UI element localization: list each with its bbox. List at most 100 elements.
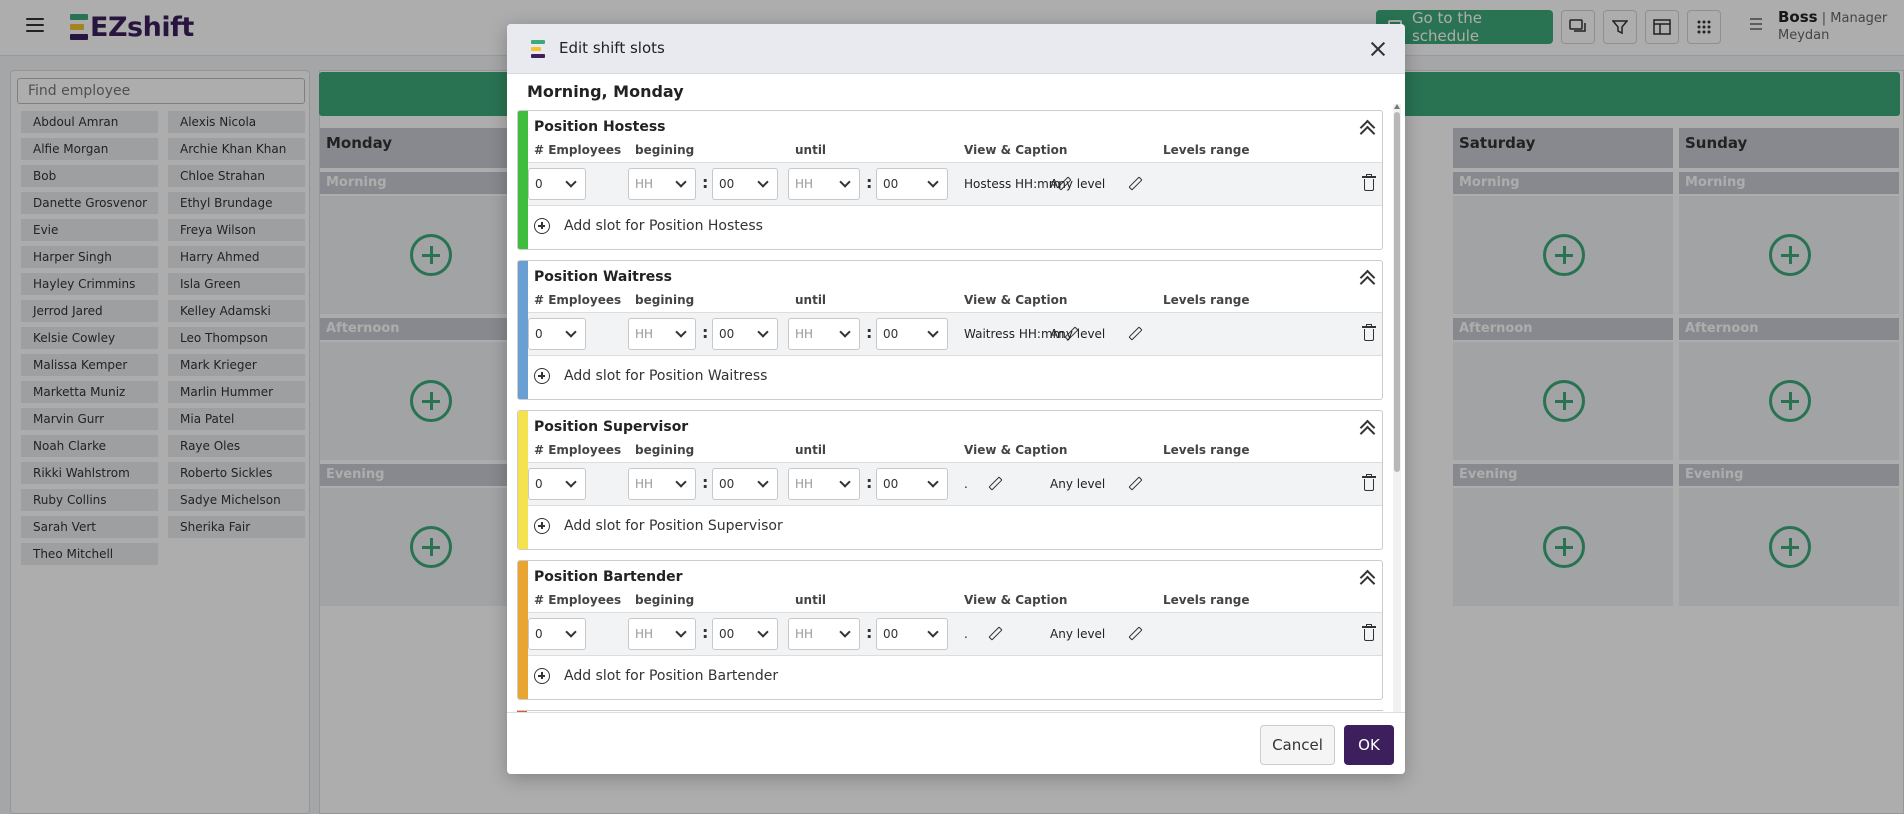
begin-minute-select[interactable]: 00	[712, 168, 778, 200]
logo-mark-icon	[531, 40, 545, 58]
until-column-label: until	[795, 443, 827, 457]
add-slot-button[interactable]: Add slot for Position Hostess	[534, 218, 763, 234]
begin-minute-select[interactable]: 00	[712, 618, 778, 650]
add-slot-label: Add slot for Position Bartender	[564, 668, 779, 684]
position-color-stripe	[518, 561, 528, 699]
until-column-label: until	[795, 293, 827, 307]
chevron-double-up-icon[interactable]	[1359, 269, 1376, 292]
employees-column-label: # Employees	[534, 143, 622, 157]
position-card: Position Hostess # Employees begining un…	[517, 110, 1383, 250]
positions-list: Position Hostess # Employees begining un…	[517, 110, 1383, 714]
position-card: Position Supervisor # Employees begining…	[517, 410, 1383, 550]
until-hour-select[interactable]: HH	[788, 168, 860, 200]
time-separator: :	[866, 173, 873, 192]
plus-circle-icon	[534, 518, 550, 534]
employees-column-label: # Employees	[534, 443, 622, 457]
until-minute-select[interactable]: 00	[876, 168, 948, 200]
position-color-stripe	[518, 261, 528, 399]
delete-slot-trash-icon[interactable]	[1362, 624, 1376, 641]
caption-column-label: View & Caption	[964, 593, 1068, 607]
until-hour-select[interactable]: HH	[788, 318, 860, 350]
position-color-stripe	[518, 411, 528, 549]
employees-count-select[interactable]: 0	[528, 168, 586, 200]
position-card: Position Waitress # Employees begining u…	[517, 260, 1383, 400]
time-separator: :	[702, 323, 709, 342]
beginning-column-label: begining	[635, 143, 695, 157]
begin-hour-select[interactable]: HH	[628, 618, 696, 650]
edit-caption-pencil-icon[interactable]	[988, 476, 1003, 491]
delete-slot-trash-icon[interactable]	[1362, 174, 1376, 191]
until-minute-select[interactable]: 00	[876, 618, 948, 650]
until-column-label: until	[795, 593, 827, 607]
until-column-label: until	[795, 143, 827, 157]
add-slot-label: Add slot for Position Supervisor	[564, 518, 783, 534]
plus-circle-icon	[534, 218, 550, 234]
edit-levels-pencil-icon[interactable]	[1128, 326, 1143, 341]
cancel-button[interactable]: Cancel	[1260, 725, 1335, 765]
levels-column-label: Levels range	[1163, 143, 1250, 157]
close-icon[interactable]	[1369, 40, 1387, 58]
until-hour-select[interactable]: HH	[788, 468, 860, 500]
caption-column-label: View & Caption	[964, 143, 1068, 157]
begin-minute-select[interactable]: 00	[712, 468, 778, 500]
chevron-double-up-icon[interactable]	[1359, 419, 1376, 442]
begin-hour-select[interactable]: HH	[628, 168, 696, 200]
caption-value: Hostess HH:mm	[964, 177, 1061, 191]
employees-count-select[interactable]: 0	[528, 618, 586, 650]
slot-row: 0 HH : 00 HH : 00 Waitress HH:mm Any lev…	[528, 312, 1382, 356]
delete-slot-trash-icon[interactable]	[1362, 324, 1376, 341]
chevron-double-up-icon[interactable]	[1359, 119, 1376, 142]
edit-levels-pencil-icon[interactable]	[1128, 176, 1143, 191]
scrollbar-thumb[interactable]	[1394, 112, 1400, 472]
until-minute-select[interactable]: 00	[876, 318, 948, 350]
until-hour-select[interactable]: HH	[788, 618, 860, 650]
delete-slot-trash-icon[interactable]	[1362, 474, 1376, 491]
levels-column-label: Levels range	[1163, 293, 1250, 307]
add-slot-label: Add slot for Position Hostess	[564, 218, 763, 234]
scroll-up-icon[interactable]	[1394, 104, 1400, 109]
time-separator: :	[702, 623, 709, 642]
add-slot-button[interactable]: Add slot for Position Bartender	[534, 668, 778, 684]
employees-count-select[interactable]: 0	[528, 468, 586, 500]
add-slot-button[interactable]: Add slot for Position Waitress	[534, 368, 767, 384]
edit-caption-pencil-icon[interactable]	[988, 626, 1003, 641]
plus-circle-icon	[534, 668, 550, 684]
edit-levels-pencil-icon[interactable]	[1128, 476, 1143, 491]
time-separator: :	[702, 473, 709, 492]
caption-value: .	[964, 627, 968, 641]
employees-column-label: # Employees	[534, 293, 622, 307]
shift-subtitle: Morning, Monday	[527, 82, 684, 101]
ok-button[interactable]: OK	[1344, 725, 1394, 765]
slot-row: 0 HH : 00 HH : 00 Hostess HH:mm Any leve…	[528, 162, 1382, 206]
add-slot-button[interactable]: Add slot for Position Supervisor	[534, 518, 783, 534]
until-minute-select[interactable]: 00	[876, 468, 948, 500]
employees-column-label: # Employees	[534, 593, 622, 607]
chevron-double-up-icon[interactable]	[1359, 569, 1376, 592]
plus-circle-icon	[534, 368, 550, 384]
levels-value: Any level	[1050, 477, 1106, 491]
begin-hour-select[interactable]: HH	[628, 468, 696, 500]
dialog-title: Edit shift slots	[559, 39, 665, 57]
position-card: Position Bartender # Employees begining …	[517, 560, 1383, 700]
levels-column-label: Levels range	[1163, 443, 1250, 457]
beginning-column-label: begining	[635, 443, 695, 457]
position-color-stripe	[518, 111, 528, 249]
levels-column-label: Levels range	[1163, 593, 1250, 607]
time-separator: :	[702, 173, 709, 192]
time-separator: :	[866, 623, 873, 642]
dialog-scrollbar[interactable]	[1393, 104, 1401, 736]
position-name: Position Supervisor	[534, 419, 689, 435]
employees-count-select[interactable]: 0	[528, 318, 586, 350]
caption-column-label: View & Caption	[964, 443, 1068, 457]
slot-row: 0 HH : 00 HH : 00 . Any level	[528, 612, 1382, 656]
edit-levels-pencil-icon[interactable]	[1128, 626, 1143, 641]
begin-hour-select[interactable]: HH	[628, 318, 696, 350]
position-name: Position Waitress	[534, 269, 672, 285]
levels-value: Any level	[1050, 627, 1106, 641]
slot-row: 0 HH : 00 HH : 00 . Any level	[528, 462, 1382, 506]
caption-column-label: View & Caption	[964, 293, 1068, 307]
begin-minute-select[interactable]: 00	[712, 318, 778, 350]
position-name: Position Bartender	[534, 569, 683, 585]
levels-value: Any level	[1050, 327, 1106, 341]
position-name: Position Hostess	[534, 119, 666, 135]
